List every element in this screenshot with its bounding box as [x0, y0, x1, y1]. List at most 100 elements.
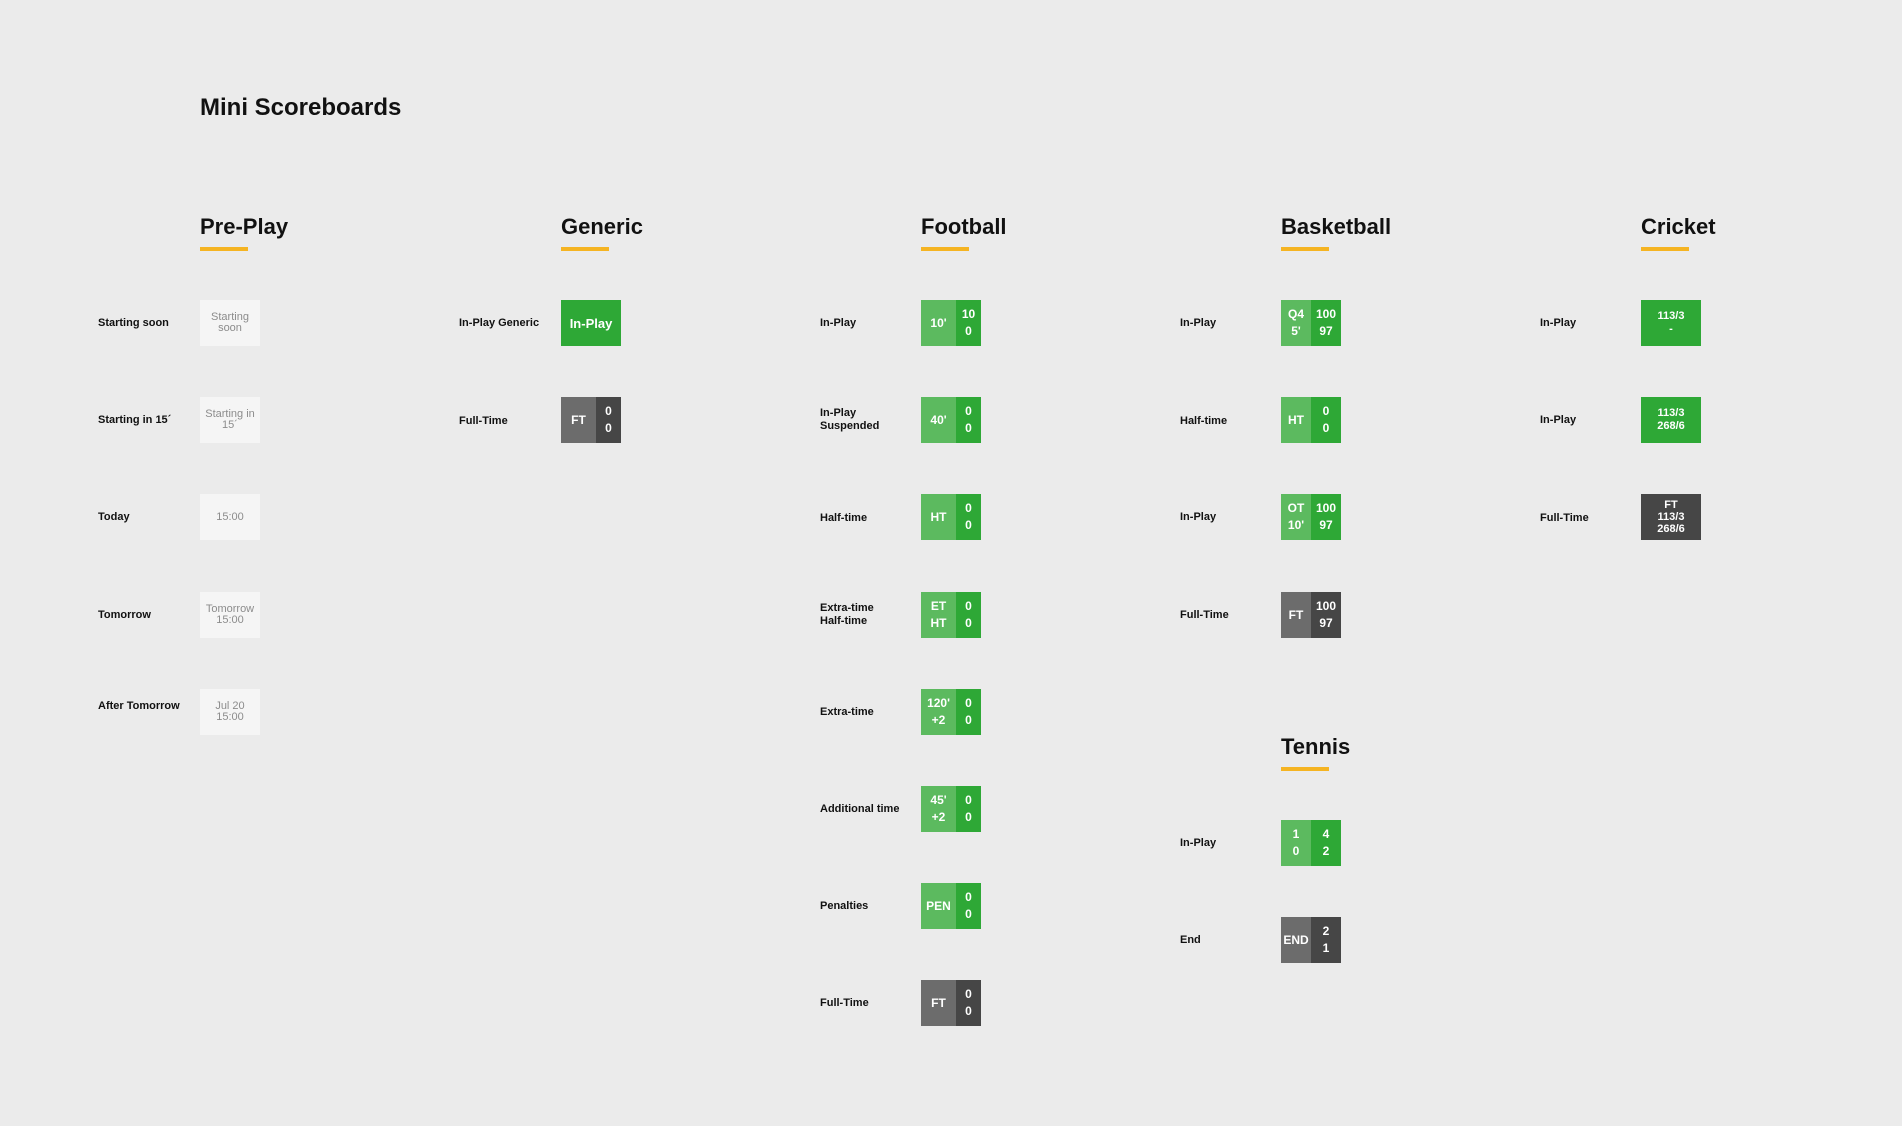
scoreboard-score: 00 [596, 397, 621, 443]
cricket-scoreboard[interactable]: FT 113/3 268/6 [1641, 494, 1701, 540]
scoreboard-score: 00 [956, 980, 981, 1026]
section-underline [561, 247, 609, 251]
generic-scoreboard[interactable]: In-Play [561, 300, 621, 346]
basketball-scoreboard[interactable]: FT 100 97 [1281, 592, 1341, 638]
cricket-row-label: Full-Time [1540, 512, 1589, 524]
section-title-generic: Generic [561, 214, 643, 239]
preplay-scoreboard[interactable]: Starting soon [200, 300, 260, 346]
scoreboard-score: 100 97 [1311, 494, 1341, 540]
scoreboard-line: 268/6 [1657, 420, 1685, 432]
scoreboard-score: 100 97 [1311, 592, 1341, 638]
football-row-label: In-Play Suspended [820, 407, 880, 432]
basketball-row-label: Half-time [1180, 415, 1228, 427]
scoreboard-line: 15´ [222, 419, 238, 431]
football-row-label: Extra-time Half-time [820, 602, 874, 627]
scoreboard-status: In-Play [569, 315, 613, 331]
scoreboard-score: 00 [956, 494, 981, 540]
generic-row-label: Full-Time [459, 415, 508, 427]
scoreboard-status: END [1281, 917, 1311, 963]
scoreboard-line: 15:00 [216, 510, 244, 523]
generic-scoreboard[interactable]: FT 00 [561, 397, 621, 443]
football-scoreboard[interactable]: 120' +2 00 [921, 689, 981, 735]
scoreboard-status: 40' [921, 397, 956, 443]
tennis-scoreboard[interactable]: 10 42 [1281, 820, 1341, 866]
preplay-row-label: After Tomorrow [98, 700, 180, 712]
scoreboard-score: 100 97 [1311, 300, 1341, 346]
scoreboard-status: 10' [921, 300, 956, 346]
football-scoreboard[interactable]: 45' +2 00 [921, 786, 981, 832]
preplay-scoreboard[interactable]: Jul 20 15:00 [200, 689, 260, 735]
section-title-football: Football [921, 214, 1007, 239]
scoreboard-score: 00 [956, 786, 981, 832]
football-scoreboard[interactable]: ET HT 00 [921, 592, 981, 638]
scoreboard-sets: 10 [1281, 820, 1311, 866]
basketball-row-label: Full-Time [1180, 609, 1229, 621]
scoreboard-line: soon [218, 322, 242, 334]
preplay-row-label: Starting in 15´ [98, 414, 172, 426]
scoreboard-status: HT [921, 494, 956, 540]
section-title-cricket: Cricket [1641, 214, 1716, 239]
basketball-scoreboard[interactable]: Q4 5' 100 97 [1281, 300, 1341, 346]
football-row-label: Half-time [820, 512, 868, 524]
scoreboard-status: Q4 5' [1281, 300, 1311, 346]
section-title-tennis: Tennis [1281, 734, 1351, 759]
football-row-label: Penalties [820, 900, 869, 912]
cricket-row-label: In-Play [1540, 317, 1577, 329]
section-underline [1281, 247, 1329, 251]
scoreboard-status: ET HT [921, 592, 956, 638]
basketball-scoreboard[interactable]: HT 00 [1281, 397, 1341, 443]
tennis-row-label: End [1180, 934, 1201, 946]
section-title-preplay: Pre-Play [200, 214, 289, 239]
section-underline [200, 247, 248, 251]
cricket-scoreboard[interactable]: 113/3 268/6 [1641, 397, 1701, 443]
football-row-label: Extra-time [820, 706, 874, 718]
football-row-label: Additional time [820, 803, 900, 815]
preplay-scoreboard[interactable]: Starting in 15´ [200, 397, 260, 443]
football-scoreboard[interactable]: HT 00 [921, 494, 981, 540]
page-title: Mini Scoreboards [200, 94, 402, 121]
scoreboard-line: 15:00 [216, 711, 244, 723]
section-title-basketball: Basketball [1281, 214, 1392, 239]
cricket-scoreboard[interactable]: 113/3 - [1641, 300, 1701, 346]
basketball-row-label: In-Play [1180, 317, 1217, 329]
scoreboard-line: FT [1664, 499, 1678, 511]
scoreboard-score: 00 [1311, 397, 1341, 443]
preplay-row-label: Today [98, 511, 130, 523]
cricket-row-label: In-Play [1540, 414, 1577, 426]
section-underline [1281, 767, 1329, 771]
scoreboard-status: FT [921, 980, 956, 1026]
scoreboard-status: HT [1281, 397, 1311, 443]
football-row-label: Full-Time [820, 997, 869, 1009]
scoreboard-status: 120' +2 [921, 689, 956, 735]
football-scoreboard[interactable]: PEN 00 [921, 883, 981, 929]
tennis-scoreboard[interactable]: END 21 [1281, 917, 1341, 963]
generic-row-label: In-Play Generic [459, 317, 540, 329]
scoreboard-status: OT 10' [1281, 494, 1311, 540]
scoreboard-status: FT [561, 397, 596, 443]
scoreboard-line: 15:00 [216, 614, 244, 626]
preplay-scoreboard[interactable]: Tomorrow 15:00 [200, 592, 260, 638]
basketball-scoreboard[interactable]: OT 10' 100 97 [1281, 494, 1341, 540]
scoreboard-score: 00 [956, 592, 981, 638]
football-scoreboard[interactable]: FT 00 [921, 980, 981, 1026]
scoreboard-line: - [1669, 323, 1673, 335]
football-row-label: In-Play [820, 317, 857, 329]
scoreboard-status: 45' +2 [921, 786, 956, 832]
scoreboard-score: 42 [1311, 820, 1341, 866]
preplay-row-label: Tomorrow [98, 609, 151, 621]
basketball-row-label: In-Play [1180, 511, 1217, 523]
scoreboard-score: 00 [956, 397, 981, 443]
scoreboard-score: 21 [1311, 917, 1341, 963]
scoreboard-line: 113/3 [1657, 407, 1685, 419]
scoreboard-line: 268/6 [1657, 523, 1685, 535]
section-underline [1641, 247, 1689, 251]
scoreboard-status: PEN [921, 883, 956, 929]
preplay-row-label: Starting soon [98, 317, 169, 329]
football-scoreboard[interactable]: 10' 10 0 [921, 300, 981, 346]
preplay-scoreboard[interactable]: 15:00 [200, 494, 260, 540]
scoreboard-score: 10 0 [956, 300, 981, 346]
scoreboard-status: FT [1281, 592, 1311, 638]
section-underline [921, 247, 969, 251]
football-scoreboard[interactable]: 40' 00 [921, 397, 981, 443]
scoreboard-line: 113/3 [1657, 511, 1685, 523]
